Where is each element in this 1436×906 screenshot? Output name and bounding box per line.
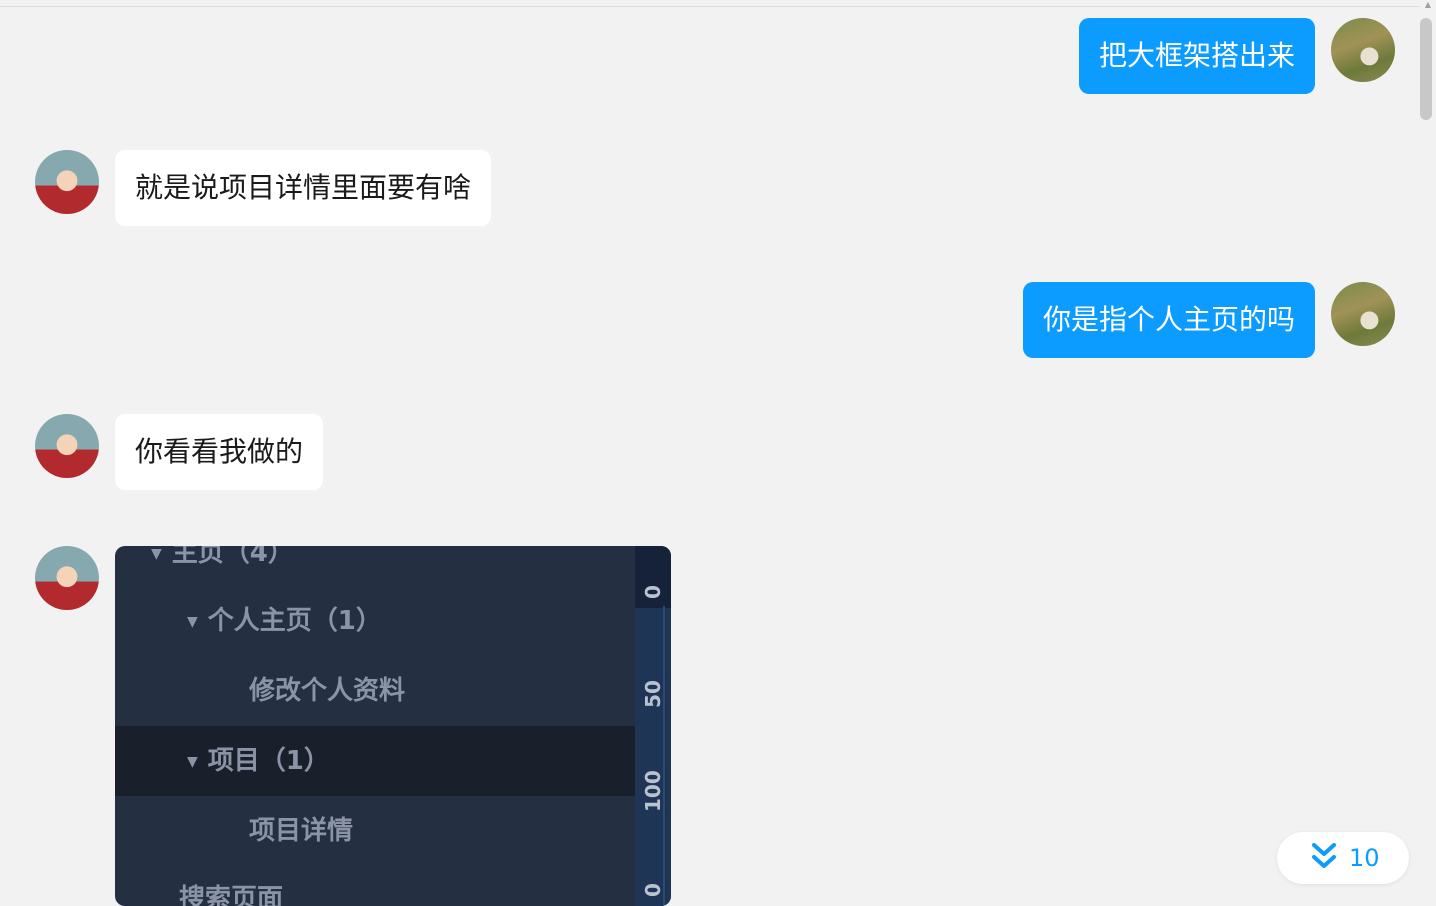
chat-message-list[interactable]: 把大框架搭出来 就是说项目详情里面要有啥 你是指个人主页的吗 你看看我做的 ▼ 主…: [0, 0, 1420, 906]
tree-item-label: 搜索页面: [179, 884, 284, 906]
tree-item-label: 主页（4）: [171, 546, 294, 568]
image-message[interactable]: ▼ 主页（4） ▼ 个人主页（1） 修改个人资料 ▼ 项目（1） 项目详情 搜索页面 …: [115, 546, 671, 906]
ruler-tick: 0: [641, 585, 665, 599]
tree-item-active: ▼ 项目（1）: [115, 726, 671, 796]
tree-item: 项目详情: [115, 796, 671, 866]
caret-down-icon: ▼: [187, 753, 198, 770]
message-bubble-incoming[interactable]: 你看看我做的: [115, 414, 324, 490]
ruler-tick: 50: [641, 680, 665, 708]
tree-item: ▼ 主页（4）: [115, 546, 671, 588]
tree-item: 修改个人资料: [115, 656, 671, 726]
my-avatar[interactable]: [1331, 18, 1395, 82]
tree-item-label: 项目详情: [249, 816, 354, 846]
ruler-tick: 100: [641, 770, 665, 812]
caret-down-icon: ▼: [187, 613, 198, 630]
tree-item-label: 项目（1）: [207, 746, 330, 776]
message-bubble-outgoing[interactable]: 把大框架搭出来: [1079, 18, 1316, 94]
ruler-tick: 0: [641, 883, 665, 897]
message-bubble-incoming[interactable]: 就是说项目详情里面要有啥: [115, 150, 492, 226]
tree-item: ▼ 个人主页（1）: [115, 586, 671, 656]
my-avatar[interactable]: [1331, 282, 1395, 346]
contact-avatar[interactable]: [35, 546, 99, 610]
contact-avatar[interactable]: [35, 414, 99, 478]
message-bubble-outgoing[interactable]: 你是指个人主页的吗: [1023, 282, 1316, 358]
scrollbar-track[interactable]: [1420, 0, 1436, 895]
contact-avatar[interactable]: [35, 150, 99, 214]
scroll-up-arrow-icon[interactable]: ▲: [1423, 0, 1433, 10]
double-chevron-down-icon: [1312, 843, 1336, 868]
caret-down-icon: ▼: [151, 546, 162, 562]
tree-item-label: 个人主页（1）: [207, 606, 382, 636]
tree-item: 搜索页面: [115, 864, 671, 906]
tree-item-label: 修改个人资料: [249, 676, 406, 706]
scrollbar-thumb[interactable]: [1420, 18, 1432, 120]
ruler-line: [663, 606, 665, 906]
jump-to-unread-button[interactable]: 10: [1277, 832, 1409, 884]
unread-count: 10: [1349, 844, 1380, 872]
